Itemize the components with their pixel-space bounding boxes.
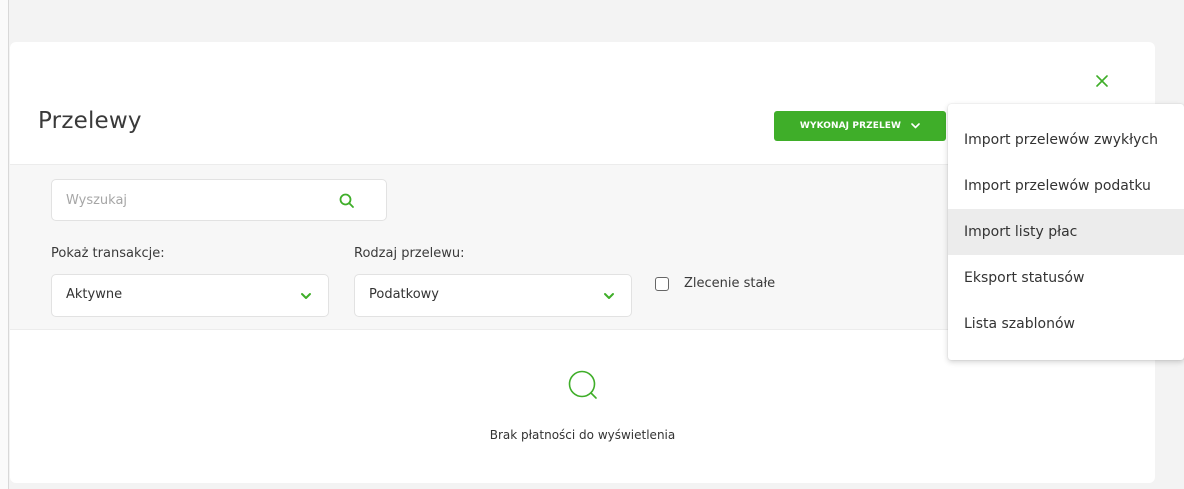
show-transactions-label: Pokaż transakcje: — [51, 246, 165, 261]
transfer-type-label: Rodzaj przelewu: — [354, 246, 465, 261]
page-title: Przelewy — [38, 108, 142, 134]
make-transfer-button-label: WYKONAJ PRZELEW — [799, 121, 902, 131]
search-input[interactable] — [66, 180, 336, 220]
close-button[interactable] — [1091, 70, 1113, 92]
menu-item-export-statuses[interactable]: Eksport statusów — [948, 255, 1184, 301]
close-icon — [1096, 75, 1108, 87]
empty-state-text: Brak płatności do wyświetlenia — [489, 428, 676, 442]
search-box[interactable] — [51, 179, 387, 221]
chevron-down-icon — [604, 293, 614, 299]
chevron-down-icon — [301, 293, 311, 299]
menu-item-import-regular-transfers[interactable]: Import przelewów zwykłych — [948, 117, 1184, 163]
show-transactions-value: Aktywne — [66, 287, 123, 302]
menu-item-import-payroll[interactable]: Import listy płac — [948, 209, 1184, 255]
menu-item-template-list[interactable]: Lista szablonów — [948, 301, 1184, 347]
make-transfer-button[interactable]: WYKONAJ PRZELEW — [774, 111, 946, 141]
standing-order-label[interactable]: Zlecenie stałe — [684, 276, 775, 291]
chevron-down-icon — [911, 123, 920, 129]
search-icon — [568, 370, 597, 399]
search-icon[interactable] — [338, 192, 356, 210]
standing-order-checkbox[interactable] — [655, 277, 669, 291]
transfer-type-value: Podatkowy — [369, 287, 439, 302]
show-transactions-select[interactable]: Aktywne — [51, 274, 329, 317]
left-panel-edge — [0, 0, 9, 489]
menu-item-import-tax-transfers[interactable]: Import przelewów podatku — [948, 163, 1184, 209]
transfer-actions-menu: Import przelewów zwykłych Import przelew… — [948, 104, 1184, 360]
transfer-type-select[interactable]: Podatkowy — [354, 274, 632, 317]
